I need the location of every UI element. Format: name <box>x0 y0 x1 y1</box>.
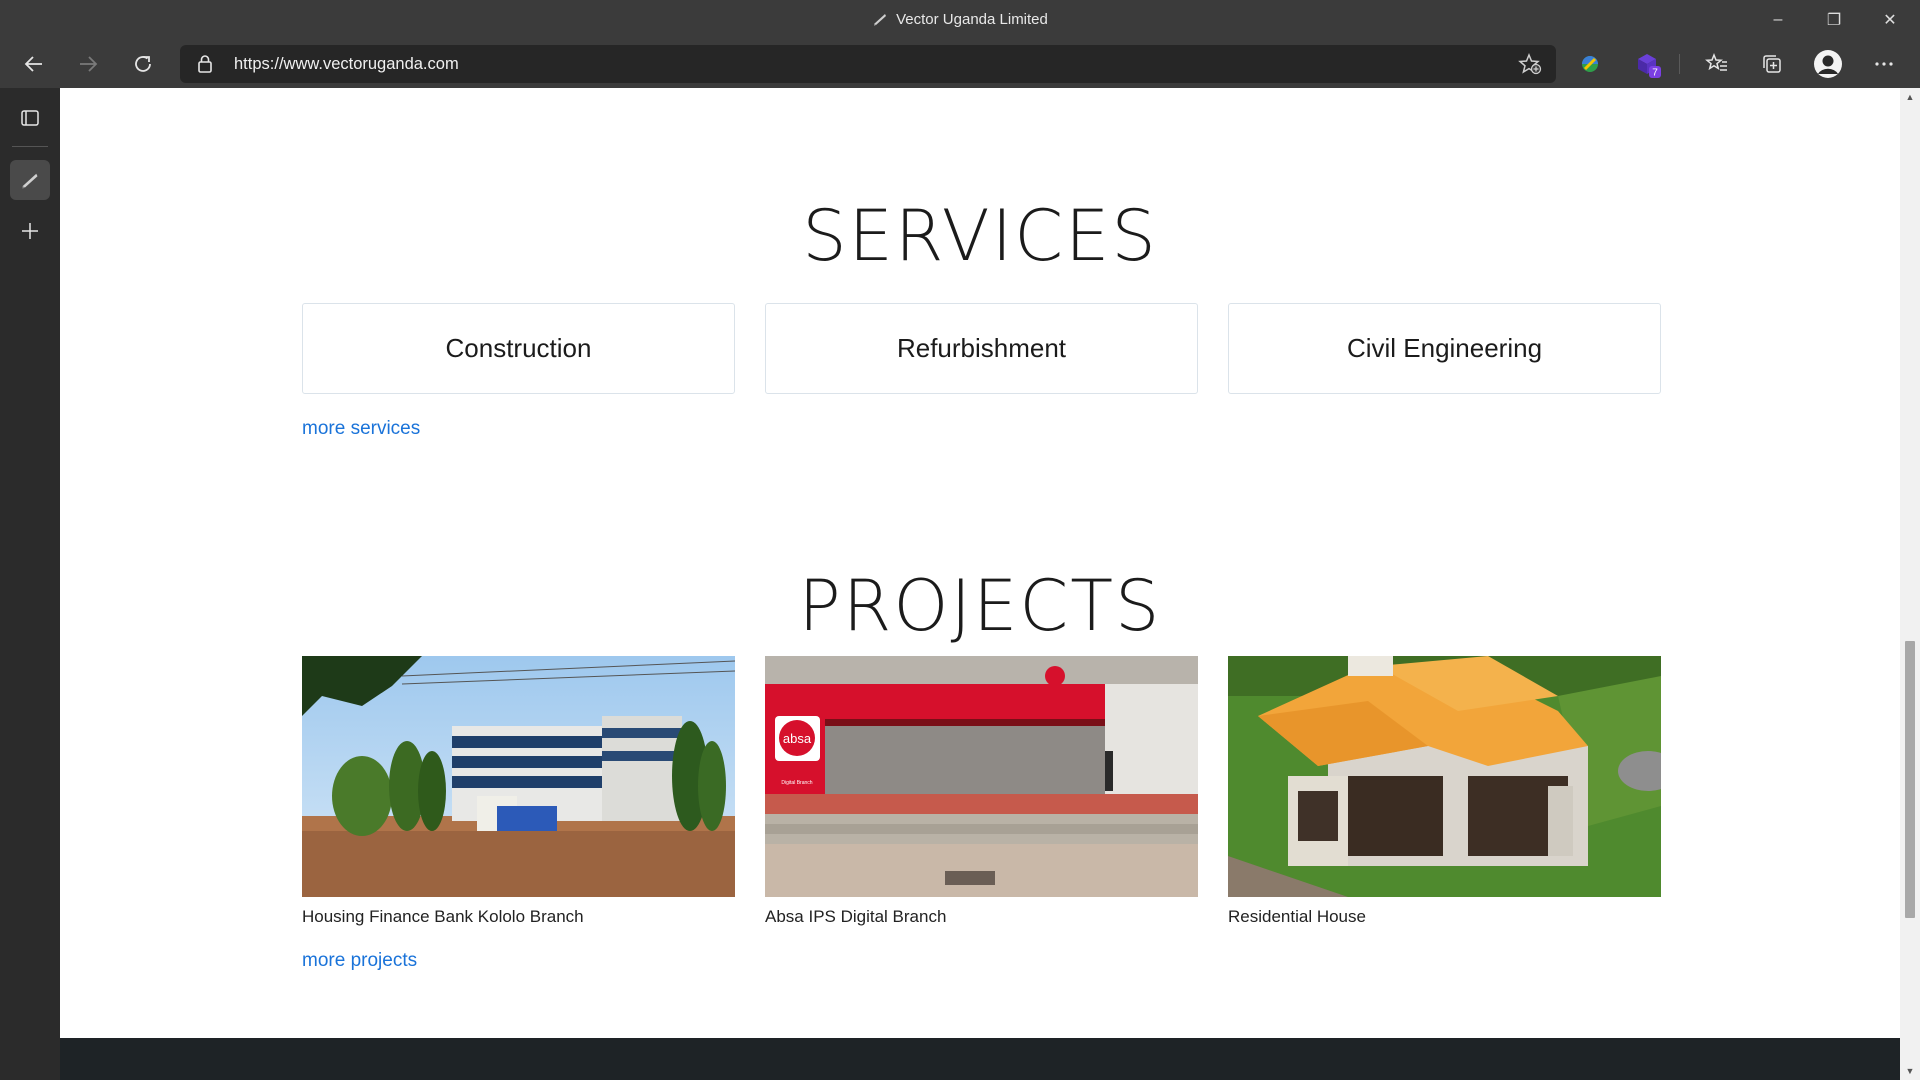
settings-more-button[interactable] <box>1866 46 1902 82</box>
minimize-button[interactable]: – <box>1750 0 1806 40</box>
refresh-icon <box>135 56 151 72</box>
project-card-residential-house[interactable]: Residential House <box>1228 656 1661 927</box>
projects-heading: PROJECTS <box>798 565 1162 647</box>
favorites-list-icon <box>1705 52 1727 71</box>
collections-button[interactable] <box>1754 46 1790 82</box>
window-title-area: Vector Uganda Limited <box>0 11 1920 28</box>
close-window-button[interactable]: ✕ <box>1862 0 1918 40</box>
office-building-photo[interactable] <box>302 656 735 897</box>
title-bar: Vector Uganda Limited – ❐ ✕ <box>0 0 1920 40</box>
extension-cube-button[interactable]: 7 <box>1630 46 1666 82</box>
refresh-button[interactable] <box>125 46 161 82</box>
browser-toolbar: https://www.vectoruganda.com 7 <box>0 40 1920 88</box>
forward-arrow-icon <box>80 56 98 72</box>
more-dots-icon <box>1875 62 1893 66</box>
back-button[interactable] <box>16 46 52 82</box>
project-card-absa[interactable]: absa Digital Branch Absa IPS Digital Bra… <box>765 656 1198 927</box>
window-title: Vector Uganda Limited <box>896 11 1048 28</box>
back-arrow-icon <box>24 56 42 72</box>
scrollbar-thumb[interactable] <box>1905 641 1915 918</box>
bank-branch-photo[interactable]: absa Digital Branch <box>765 656 1198 897</box>
url-text[interactable]: https://www.vectoruganda.com <box>234 55 459 74</box>
project-caption[interactable]: Housing Finance Bank Kololo Branch <box>302 907 735 927</box>
vertical-tabs-sidebar <box>0 88 60 1080</box>
service-card-refurbishment[interactable]: Refurbishment <box>765 303 1198 394</box>
scroll-up-arrow-icon[interactable]: ▲ <box>1905 92 1915 102</box>
minimize-icon: – <box>1773 11 1783 28</box>
favorites-button[interactable] <box>1699 46 1735 82</box>
project-caption[interactable]: Absa IPS Digital Branch <box>765 907 1198 927</box>
toolbar-divider <box>1679 54 1680 74</box>
extension-globe-button[interactable] <box>1572 46 1608 82</box>
cube-extension-icon: 7 <box>1638 54 1661 79</box>
site-favicon-icon <box>22 173 38 189</box>
close-icon: ✕ <box>1883 12 1897 29</box>
globe-extension-icon <box>1582 56 1598 72</box>
project-caption[interactable]: Residential House <box>1228 907 1661 927</box>
scroll-down-arrow-icon[interactable]: ▼ <box>1905 1066 1915 1076</box>
tab-actions-icon <box>21 110 39 126</box>
more-services-link[interactable]: more services <box>302 418 420 440</box>
page-footer <box>60 1038 1900 1080</box>
house-render[interactable] <box>1228 656 1661 897</box>
absa-sign-text: absa <box>783 731 812 746</box>
forward-button[interactable] <box>70 46 106 82</box>
lock-icon[interactable] <box>196 54 214 74</box>
plus-icon <box>22 223 38 239</box>
address-bar[interactable]: https://www.vectoruganda.com <box>180 45 1556 83</box>
avatar-icon <box>1814 50 1842 78</box>
more-projects-link[interactable]: more projects <box>302 950 417 972</box>
restore-icon: ❐ <box>1826 12 1842 29</box>
restore-button[interactable]: ❐ <box>1806 0 1862 40</box>
new-tab-button[interactable] <box>10 211 50 251</box>
page-scrollbar[interactable]: ▲ ▼ <box>1900 88 1920 1080</box>
add-favorite-star-icon[interactable] <box>1518 53 1542 75</box>
tab-actions-button[interactable] <box>10 98 50 138</box>
services-heading: SERVICES <box>802 195 1158 277</box>
service-card-civil-engineering[interactable]: Civil Engineering <box>1228 303 1661 394</box>
profile-button[interactable] <box>1810 46 1846 82</box>
absa-sign-subtext: Digital Branch <box>781 780 812 786</box>
collections-icon <box>1763 55 1781 73</box>
tab-vector-uganda[interactable] <box>10 160 50 200</box>
sidebar-divider <box>12 146 48 147</box>
service-card-construction[interactable]: Construction <box>302 303 735 394</box>
site-favicon-icon <box>874 14 887 26</box>
extension-badge-count: 7 <box>1652 68 1658 79</box>
page-viewport: SERVICES Construction Refurbishment Civi… <box>60 88 1900 1080</box>
project-card-housing-finance[interactable]: Housing Finance Bank Kololo Branch <box>302 656 735 927</box>
